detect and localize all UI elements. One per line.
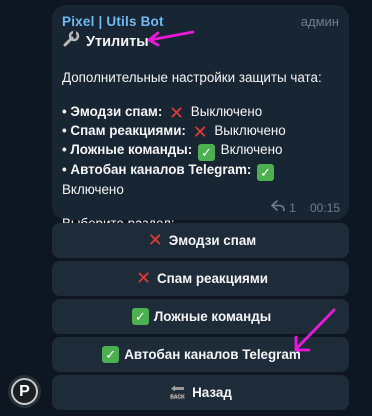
intro-text: Дополнительные настройки защиты чата: [62,70,322,85]
fake-commands-button[interactable]: ✓ Ложные команды [52,299,349,334]
title-text: Утилиты [86,34,149,50]
cross-mark-icon: ✕ [147,230,163,250]
status-label: • Эмодзи спам: [62,104,163,119]
status-label: • Спам реакциями: [62,123,186,138]
status-state: Включено [220,142,283,157]
button-label: Эмодзи спам [168,233,257,248]
cross-mark-icon: ✕ [192,122,208,142]
cross-mark-icon: ✕ [135,268,152,288]
status-label: • Автобан каналов Telegram: [62,162,252,177]
admin-badge: админ [300,14,339,29]
reply-arrow-icon[interactable] [271,200,286,215]
sender-name[interactable]: Pixel | Utils Bot [62,14,164,29]
button-label: Спам реакциями [156,271,269,286]
button-label: Ложные команды [153,309,272,324]
reaction-spam-button[interactable]: ✕ Спам реакциями [52,261,349,296]
status-fake-commands: • Ложные команды: ✓ Включено [62,141,339,161]
svg-text:BACK: BACK [170,394,185,400]
message-time: 00:15 [309,200,340,215]
back-arrow-icon: BACK [169,384,186,401]
chat-view: Pixel | Utils Bot админ Утилиты Дополнит… [0,0,372,416]
status-emoji-spam: • Эмодзи спам: ✕ Выключено [62,103,339,122]
message-meta: 1 00:15 [271,200,340,215]
status-reaction-spam: • Спам реакциями: ✕ Выключено [62,122,339,141]
cross-mark-icon: ✕ [168,103,185,123]
bot-avatar[interactable]: P [8,375,41,408]
check-mark-icon: ✓ [197,144,215,161]
reply-count[interactable]: 1 [289,201,296,215]
status-channel-autoban: • Автобан каналов Telegram: ✓ Включено [62,161,339,198]
check-mark-icon: ✓ [131,308,149,325]
channel-autoban-button[interactable]: ✓ Автобан каналов Telegram [52,337,349,372]
avatar-letter: P [11,378,38,405]
check-mark-icon: ✓ [257,164,275,181]
status-label: • Ложные команды: [62,142,193,157]
button-label: Автобан каналов Telegram [124,347,301,362]
status-state: Выключено [190,104,263,119]
check-mark-icon: ✓ [102,346,120,363]
emoji-spam-button[interactable]: ✕ Эмодзи спам [52,223,349,258]
message-title: Утилиты [62,30,339,54]
status-state: Включено [62,182,124,197]
button-label: Назад [192,385,232,400]
status-state: Выключено [214,123,286,138]
back-button[interactable]: BACK Назад [52,375,349,410]
message-bubble[interactable]: Pixel | Utils Bot админ Утилиты Дополнит… [52,5,349,231]
wrench-icon [62,30,82,54]
